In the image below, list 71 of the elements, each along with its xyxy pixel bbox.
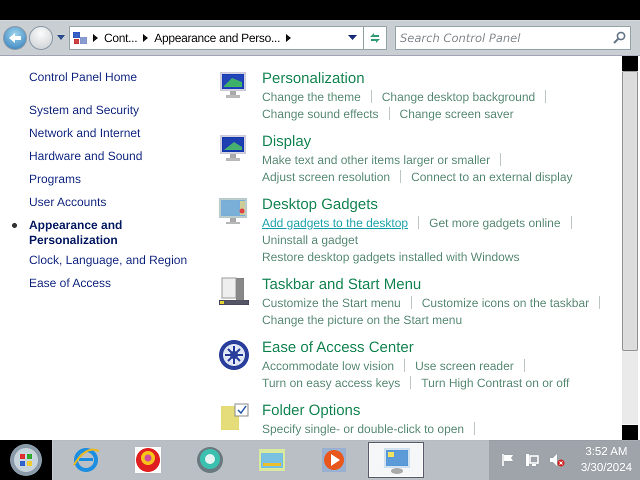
clock-time: 3:52 AM	[585, 445, 628, 460]
start-orb-icon	[9, 443, 43, 477]
control-panel-icon	[73, 30, 87, 44]
section-title-link[interactable]: Folder Options	[262, 402, 360, 420]
task-link[interactable]: Change sound effects	[262, 106, 379, 120]
task-link[interactable]: Customize icons on the taskbar	[422, 296, 590, 310]
chevron-right-icon	[143, 34, 148, 42]
section-title-link[interactable]: Taskbar and Start Menu	[262, 276, 422, 294]
task-link[interactable]: Change the picture on the Start menu	[262, 312, 462, 326]
folder-icon	[218, 402, 250, 432]
task-link[interactable]: Customize the Start menu	[262, 296, 401, 310]
scrollbar[interactable]	[622, 56, 638, 440]
breadcrumb-item[interactable]: Appearance and Perso...	[154, 30, 280, 44]
task-link[interactable]: Change screen saver	[400, 106, 514, 120]
monitor-icon	[218, 133, 248, 163]
taskbar-window-icon	[218, 276, 250, 306]
caret-icon[interactable]	[57, 35, 65, 40]
sidebar-item[interactable]: User Accounts	[29, 195, 106, 210]
task-link[interactable]: Add gadgets to the desktop	[262, 216, 408, 230]
section-title-link[interactable]: Personalization	[262, 70, 365, 88]
network-icon	[524, 453, 539, 467]
sidebar-item[interactable]: Ease of Access	[29, 276, 112, 291]
task-link[interactable]: Get more gadgets online	[429, 216, 561, 230]
breadcrumb-item[interactable]: Cont...	[104, 30, 138, 44]
task-link[interactable]: Uninstall a gadget	[262, 232, 358, 246]
browser-e-icon	[71, 445, 101, 475]
media-player-icon	[319, 445, 349, 475]
ease-of-access-icon	[218, 339, 250, 371]
scrollbar-thumb[interactable]	[622, 71, 638, 351]
monitor-icon	[218, 196, 250, 226]
dropdown-caret-icon[interactable]	[348, 35, 357, 40]
task-link[interactable]: Restore desktop gadgets installed with Windows	[262, 250, 520, 264]
task-link[interactable]: Adjust screen resolution	[262, 170, 390, 184]
section-title-link[interactable]: Ease of Access Center	[262, 339, 414, 357]
sidebar-item[interactable]: Clock, Language, and Region	[29, 253, 188, 268]
sidebar-item[interactable]: Control Panel Home	[29, 70, 138, 85]
task-link[interactable]: Make text and other items larger or smaller	[262, 152, 490, 166]
sidebar-item[interactable]: Appearance and Personalization	[29, 218, 139, 248]
section-title-link[interactable]: Display	[262, 133, 312, 151]
task-link[interactable]: Change desktop background	[382, 90, 536, 104]
back-arrow-icon	[8, 32, 22, 44]
task-link[interactable]: Turn High Contrast on or off	[421, 376, 570, 390]
refresh-button[interactable]	[364, 26, 387, 50]
sidebar-item[interactable]: System and Security	[29, 103, 140, 118]
task-link[interactable]: Change the theme	[262, 90, 361, 104]
task-link[interactable]: Accommodate low vision	[262, 358, 394, 372]
task-link[interactable]: Specify single- or double-click to open	[262, 422, 464, 436]
address-bar[interactable]: Cont... Appearance and Perso...	[69, 26, 364, 50]
flag-icon	[500, 453, 515, 467]
back-button[interactable]	[3, 26, 27, 50]
clock[interactable]: 3:52 AM 3/30/2024	[580, 444, 632, 476]
task-link[interactable]: Turn on easy access keys	[262, 376, 400, 390]
section-title-link[interactable]: Desktop Gadgets	[262, 196, 378, 214]
clock-date: 3/30/2024	[580, 461, 632, 476]
circle-logo-icon	[133, 445, 163, 475]
task-link[interactable]: Connect to an external display	[411, 170, 573, 184]
refresh-icon	[368, 30, 382, 44]
taskbar-app-button[interactable]	[368, 442, 424, 478]
task-link[interactable]: Use screen reader	[415, 358, 514, 372]
control-panel-icon	[381, 445, 411, 475]
sidebar-item[interactable]: Network and Internet	[29, 126, 140, 141]
sidebar-item[interactable]: Hardware and Sound	[29, 149, 142, 164]
bullet-icon	[12, 223, 16, 228]
globe-icon	[195, 445, 225, 475]
search-field[interactable]: Search Control Panel	[395, 26, 631, 50]
chevron-right-icon	[286, 34, 292, 42]
start-button[interactable]	[0, 440, 52, 480]
monitor-icon	[218, 70, 248, 100]
search-icon	[613, 30, 626, 44]
sidebar-item[interactable]: Programs	[29, 172, 82, 187]
chevron-right-icon	[93, 34, 98, 42]
